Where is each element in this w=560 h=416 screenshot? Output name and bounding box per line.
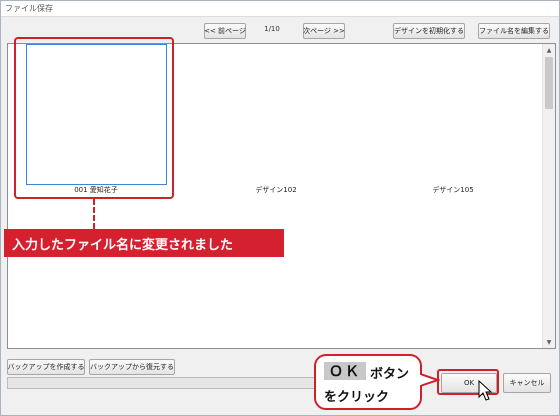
next-page-button[interactable]: 次ページ >> [303,23,345,39]
scroll-down-arrow-icon[interactable]: ▼ [543,336,555,348]
title-bar: ファイル保存 [1,1,559,17]
vertical-scrollbar[interactable]: ▲ ▼ [542,44,555,348]
mouse-cursor-icon [478,380,493,401]
restore-backup-button[interactable]: バックアップから復元する [89,359,175,375]
cancel-button[interactable]: キャンセル [503,373,551,393]
init-design-button[interactable]: デザインを初期化する [393,23,465,39]
create-backup-button[interactable]: バックアップを作成する [7,359,85,375]
window-title: ファイル保存 [5,4,53,13]
highlight-box [14,37,174,199]
callout-text-line1: ボタン [370,367,410,382]
scroll-thumb[interactable] [545,57,553,109]
design-label[interactable]: デザイン105 [403,185,503,195]
renamed-banner: 入力したファイル名に変更されました [4,229,284,257]
prev-page-button[interactable]: << 前ページ [204,23,246,39]
scroll-up-arrow-icon[interactable]: ▲ [543,44,555,56]
callout-text-line2: をクリック [324,390,390,405]
ok-callout: ＯＫ ボタン をクリック [314,354,422,410]
page-indicator: 1/10 [264,25,280,33]
callout-ok-label: ＯＫ [324,362,366,380]
dashed-connector [93,199,95,229]
design-label[interactable]: デザイン102 [226,185,326,195]
edit-filename-button[interactable]: ファイル名を編集する [478,23,550,39]
